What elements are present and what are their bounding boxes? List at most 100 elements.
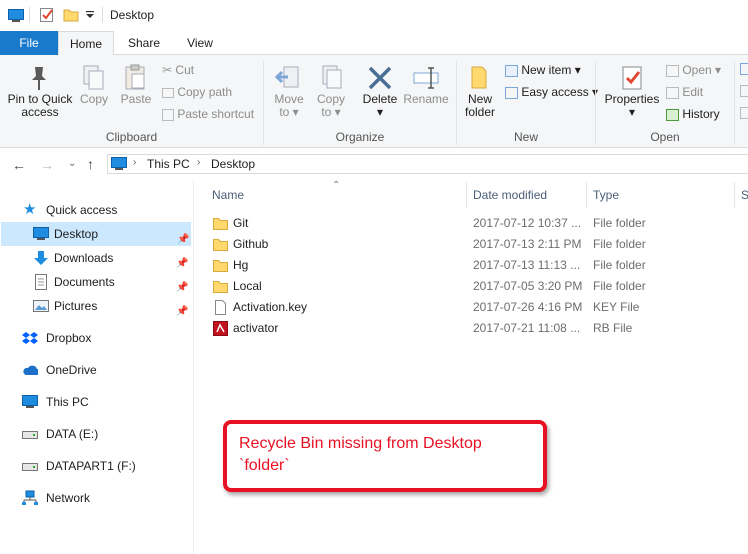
paste-shortcut-icon xyxy=(162,108,174,121)
nav-item-datapart1-f[interactable]: DATAPART1 (F:) xyxy=(0,454,190,478)
properties-quick-icon[interactable] xyxy=(39,7,55,23)
history-icon xyxy=(666,108,679,121)
file-row-local[interactable]: Local 2017-07-05 3:20 PM File folder xyxy=(210,276,748,297)
file-row-activator[interactable]: activator 2017-07-21 11:08 ... RB File xyxy=(210,318,748,339)
drive-icon xyxy=(22,431,38,439)
invert-selection-icon[interactable] xyxy=(740,107,748,119)
rename-icon xyxy=(413,67,439,89)
column-header-date-modified[interactable]: Date modified xyxy=(473,188,547,202)
this-pc-icon xyxy=(111,157,127,170)
folder-icon xyxy=(213,218,228,230)
file-icon xyxy=(215,300,226,315)
copy-path-button[interactable]: Copy path xyxy=(162,84,232,100)
new-item-icon xyxy=(505,64,518,77)
edit-icon xyxy=(666,86,679,99)
tab-file[interactable]: File xyxy=(0,31,58,55)
tab-view[interactable]: View xyxy=(178,31,222,55)
sort-ascending-icon: ⌃ xyxy=(332,180,341,191)
network-icon xyxy=(22,490,38,505)
nav-item-network[interactable]: Network xyxy=(0,486,190,510)
navigation-pane: ★ Quick access Desktop 📌 Downloads 📌 Doc… xyxy=(0,180,194,554)
forward-arrow-icon[interactable]: → xyxy=(40,157,54,173)
group-label-open: Open xyxy=(650,130,680,144)
desktop-icon xyxy=(33,227,49,240)
customize-toolbar-icon[interactable] xyxy=(85,10,95,20)
delete-x-icon xyxy=(368,66,392,90)
open-icon xyxy=(666,64,679,77)
ribbon-tabs: File Home Share View xyxy=(0,31,748,56)
copy-to-icon xyxy=(322,65,342,89)
file-row-git[interactable]: Git 2017-07-12 10:37 ... File folder xyxy=(210,213,748,234)
edit-button[interactable]: Edit xyxy=(666,84,703,100)
callout-line1: Recycle Bin missing from Desktop xyxy=(239,435,482,452)
pin-icon xyxy=(32,67,46,90)
paste-shortcut-button[interactable]: Paste shortcut xyxy=(162,106,254,122)
column-header-size[interactable]: S xyxy=(741,188,748,202)
copy-to-button[interactable]: Copy to ▾ xyxy=(312,63,350,119)
breadcrumb-this-pc[interactable]: This PC xyxy=(147,157,190,171)
star-icon: ★ xyxy=(23,201,37,218)
new-item-button[interactable]: New item ▾ xyxy=(505,62,581,78)
open-button[interactable]: Open ▾ xyxy=(666,62,721,78)
up-arrow-icon[interactable]: ↑ xyxy=(87,156,94,172)
breadcrumb-desktop[interactable]: Desktop xyxy=(211,157,255,171)
properties-button[interactable]: Properties ▾ xyxy=(604,63,660,119)
column-header-type[interactable]: Type xyxy=(593,188,619,202)
computer-icon xyxy=(8,9,24,22)
file-list: ⌃ Name Date modified Type S Git 2017-07-… xyxy=(196,180,748,554)
nav-item-this-pc[interactable]: This PC xyxy=(0,390,190,414)
nav-item-pictures[interactable]: Pictures 📌 xyxy=(0,294,190,318)
breadcrumb-separator-icon: › xyxy=(197,157,201,168)
nav-item-dropbox[interactable]: Dropbox xyxy=(0,326,190,350)
recent-locations-chevron-icon[interactable]: ⌄ xyxy=(68,158,76,169)
dropbox-icon xyxy=(22,332,38,344)
documents-icon xyxy=(35,274,47,290)
paste-button[interactable]: Paste xyxy=(118,63,154,106)
tab-share[interactable]: Share xyxy=(120,31,168,55)
paste-icon xyxy=(125,64,145,90)
pin-label-line2: access xyxy=(21,105,59,119)
folder-icon xyxy=(213,239,228,251)
file-row-activation-key[interactable]: Activation.key 2017-07-26 4:16 PM KEY Fi… xyxy=(210,297,748,318)
annotation-callout: Recycle Bin missing from Desktop `folder… xyxy=(223,420,547,492)
history-button[interactable]: History xyxy=(666,106,720,122)
drive-icon xyxy=(22,463,38,471)
delete-button[interactable]: Delete ▾ xyxy=(360,63,400,119)
ribbon: Pin to Quick access Copy Paste ✂ Cut Cop… xyxy=(0,55,748,148)
nav-item-desktop[interactable]: Desktop 📌 xyxy=(1,222,191,246)
easy-access-button[interactable]: Easy access ▾ xyxy=(505,84,598,100)
new-folder-quick-icon[interactable] xyxy=(63,7,79,23)
pin-icon[interactable]: 📌 xyxy=(176,300,188,324)
cut-button[interactable]: ✂ Cut xyxy=(162,62,194,78)
rename-button[interactable]: Rename xyxy=(403,63,449,106)
group-label-new: New xyxy=(513,130,538,144)
pictures-icon xyxy=(33,300,49,312)
move-to-icon xyxy=(274,66,299,88)
new-folder-button[interactable]: New folder xyxy=(460,63,500,119)
file-row-hg[interactable]: Hg 2017-07-13 11:13 ... File folder xyxy=(210,255,748,276)
select-none-icon[interactable] xyxy=(740,85,748,97)
cloud-icon xyxy=(23,365,38,375)
file-row-github[interactable]: Github 2017-07-13 2:11 PM File folder xyxy=(210,234,748,255)
nav-item-onedrive[interactable]: OneDrive xyxy=(0,358,190,382)
nav-item-quick-access[interactable]: ★ Quick access xyxy=(0,198,190,222)
scissors-icon: ✂ xyxy=(162,63,173,77)
copy-icon xyxy=(83,65,104,90)
select-all-icon[interactable] xyxy=(740,63,748,75)
column-header-name[interactable]: Name xyxy=(212,188,244,202)
nav-item-downloads[interactable]: Downloads 📌 xyxy=(0,246,190,270)
address-box[interactable]: › This PC › Desktop xyxy=(107,154,748,174)
move-to-button[interactable]: Move to ▾ xyxy=(270,63,308,119)
nav-item-data-e[interactable]: DATA (E:) xyxy=(0,422,190,446)
properties-icon xyxy=(622,66,642,90)
copy-button[interactable]: Copy xyxy=(78,63,110,106)
breadcrumb-separator-icon: › xyxy=(133,157,137,168)
tab-home[interactable]: Home xyxy=(58,31,114,56)
pin-to-quick-access-button[interactable]: Pin to Quick access xyxy=(4,63,76,119)
folder-icon xyxy=(213,281,228,293)
group-label-clipboard: Clipboard xyxy=(105,130,158,144)
callout-line2: `folder` xyxy=(239,457,290,474)
nav-item-documents[interactable]: Documents 📌 xyxy=(0,270,190,294)
ruby-file-icon xyxy=(213,321,228,336)
back-arrow-icon[interactable]: ← xyxy=(12,157,26,173)
